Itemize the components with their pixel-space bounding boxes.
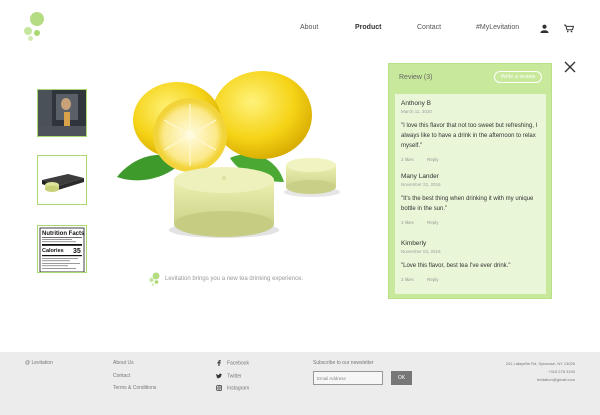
review-title: Review (3) — [399, 74, 433, 81]
footer-link-about[interactable]: About Us — [113, 360, 134, 366]
facebook-label: Facebook — [227, 360, 249, 367]
reply-button[interactable]: Reply — [427, 157, 439, 162]
footer-address: 241 Lafayette Rd, Syracuse, NY 13026 — [505, 361, 575, 366]
nutrition-title: Nutrition Facts — [42, 231, 85, 237]
footer: @ Levitation About Us Contact Terms & Co… — [0, 352, 600, 415]
twitter-label: Twitter — [227, 373, 242, 380]
review-text: "I love this flavor that not too sweet b… — [401, 123, 538, 149]
user-icon[interactable] — [540, 24, 549, 33]
footer-link-terms[interactable]: Terms & Conditions — [113, 385, 156, 391]
review-author: Many Lander — [401, 173, 439, 180]
review-author: Kimberly — [401, 240, 427, 247]
footer-instagram[interactable]: Instagram — [216, 385, 249, 391]
review-text: "It's the best thing when drinking it wi… — [401, 196, 534, 212]
nav-product[interactable]: Product — [355, 24, 381, 31]
product-page: About Product Contact #MyLevitation Nutr… — [0, 0, 600, 415]
facebook-icon — [217, 360, 221, 366]
close-icon[interactable] — [564, 61, 576, 73]
nutrition-calories-value: 35 — [73, 248, 81, 255]
like-button[interactable]: 3 likes — [401, 277, 414, 282]
nav-contact[interactable]: Contact — [417, 24, 441, 31]
nutrition-calories-label: Calories — [42, 248, 64, 254]
newsletter-title: Subscribe to our newsletter — [313, 360, 374, 366]
review-item: Kimberly November 03, 2019 "Love this fl… — [401, 240, 543, 282]
review-panel: Review (3) Write a review Anthony B Marc… — [388, 63, 552, 299]
review-author: Anthony B — [401, 100, 431, 107]
product-package-thumbnail[interactable] — [37, 155, 87, 205]
review-date: November 22, 2019 — [401, 182, 441, 187]
review-date: November 03, 2019 — [401, 249, 441, 254]
twitter-icon — [216, 373, 222, 379]
instagram-label: Instagram — [227, 385, 250, 392]
nutrition-facts-thumbnail[interactable]: Nutrition Facts Calories 35 — [37, 225, 87, 273]
footer-link-contact[interactable]: Contact — [113, 373, 130, 379]
subscribe-ok-button[interactable]: OK — [391, 371, 412, 385]
email-field[interactable]: Email Address — [313, 371, 383, 385]
review-list[interactable]: Anthony B March 11, 2020 "I love this fl… — [395, 94, 546, 294]
reply-button[interactable]: Reply — [427, 277, 439, 282]
review-item: Anthony B March 11, 2020 "I love this fl… — [401, 100, 543, 162]
footer-twitter[interactable]: Twitter — [216, 373, 242, 379]
footer-brand: @ Levitation — [25, 360, 53, 366]
nav-mylevitation[interactable]: #MyLevitation — [476, 24, 519, 31]
product-hero-image — [117, 71, 340, 238]
levitation-logo[interactable] — [22, 12, 48, 42]
review-date: March 11, 2020 — [401, 109, 432, 114]
reply-button[interactable]: Reply — [427, 220, 439, 225]
product-caption: Levitation brings you a new tea drinking… — [148, 272, 348, 286]
levitation-mini-logo — [149, 272, 160, 286]
footer-phone: +315 278 3190 — [548, 369, 575, 374]
like-button[interactable]: 3 likes — [401, 220, 414, 225]
footer-facebook[interactable]: Facebook — [216, 360, 249, 366]
review-text: "Love this flavor, best tea I've ever dr… — [401, 263, 511, 269]
write-review-button[interactable]: Write a review — [494, 71, 542, 83]
caption-text: Levitation brings you a new tea drinking… — [165, 276, 304, 282]
cart-icon[interactable] — [564, 24, 574, 33]
like-button[interactable]: 2 likes — [401, 157, 414, 162]
footer-email[interactable]: levitation@gmail.com — [537, 377, 575, 382]
nav-about[interactable]: About — [300, 24, 318, 31]
product-photo-thumbnail[interactable] — [37, 89, 87, 137]
instagram-icon — [216, 385, 222, 391]
review-item: Many Lander November 22, 2019 "It's the … — [401, 173, 543, 225]
